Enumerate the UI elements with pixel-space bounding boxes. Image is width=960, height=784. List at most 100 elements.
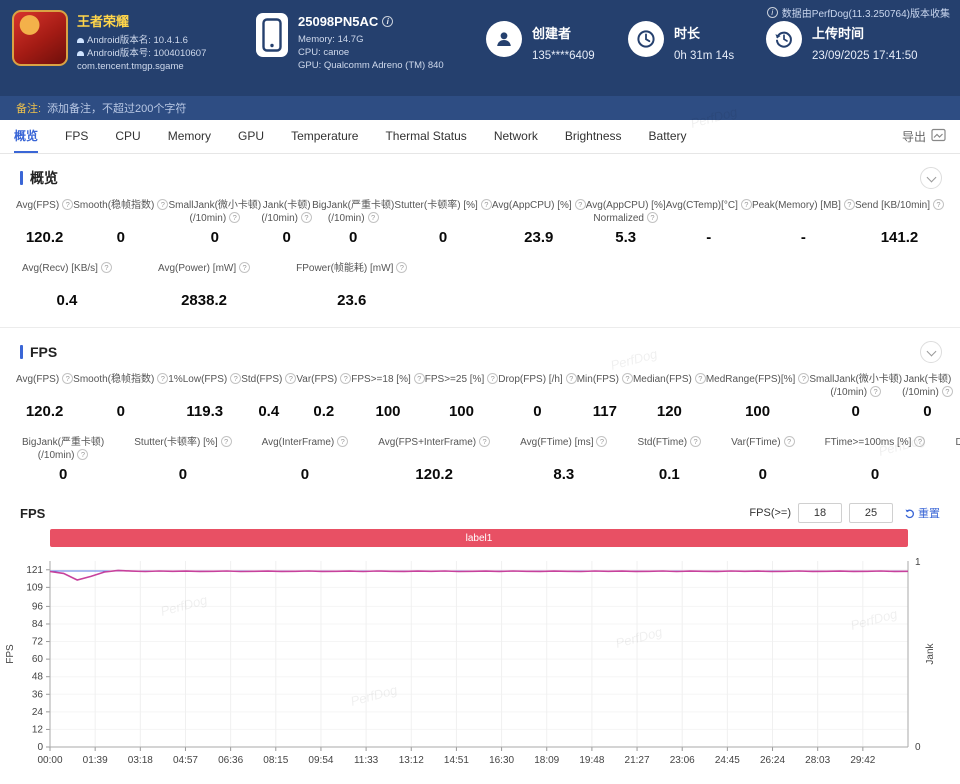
metric-info-icon[interactable]: ? xyxy=(413,373,425,384)
tab-battery[interactable]: Battery xyxy=(649,120,687,153)
svg-text:24: 24 xyxy=(32,707,44,718)
metric-info-icon[interactable]: ? xyxy=(157,199,169,210)
metric-info-icon[interactable]: ? xyxy=(301,212,313,223)
metric-info-icon[interactable]: ? xyxy=(62,373,74,384)
svg-text:09:54: 09:54 xyxy=(308,755,333,766)
metric-info-icon[interactable]: ? xyxy=(285,373,297,384)
tab-brightness[interactable]: Brightness xyxy=(565,120,622,153)
metric-label: Std(FTime)? xyxy=(637,436,702,463)
metric-value: 100 xyxy=(375,403,401,420)
fps-threshold-input-2[interactable] xyxy=(849,503,893,523)
tab-overview[interactable]: 概览 xyxy=(14,120,39,153)
fps-line-chart[interactable]: 00:00 01:39 03:18 04:57 06:36 08:15 09:54 11:33… xyxy=(0,551,960,779)
fps-threshold-label: FPS(>=) xyxy=(749,507,791,519)
metric-fps-row1-8: Min(FPS)? 117 xyxy=(577,373,633,420)
collapse-overview-button[interactable] xyxy=(920,167,942,189)
metric-info-icon[interactable]: ? xyxy=(843,199,855,210)
metric-info-icon[interactable]: ? xyxy=(479,436,491,447)
metric-fps-row2-1: Stutter(卡顿率) [%]? 0 xyxy=(134,436,232,483)
svg-text:FPS: FPS xyxy=(5,644,16,664)
tab-memory[interactable]: Memory xyxy=(168,120,211,153)
metric-info-icon[interactable]: ? xyxy=(783,436,795,447)
android-icon xyxy=(77,51,84,56)
metric-ov-row1-10: Send [KB/10min]? 141.2 xyxy=(855,199,944,246)
metric-ov-row1-9: Peak(Memory) [MB]? - xyxy=(752,199,855,246)
metric-ov-row1-8: Avg(CTemp)[°C]? - xyxy=(666,199,752,246)
metric-value: 120 xyxy=(656,403,682,420)
metric-fps-row2-5: Std(FTime)? 0.1 xyxy=(637,436,702,483)
svg-text:96: 96 xyxy=(32,601,44,612)
metric-info-icon[interactable]: ? xyxy=(220,436,232,447)
metric-info-icon[interactable]: ? xyxy=(157,373,169,384)
metric-value: 0 xyxy=(210,229,220,246)
svg-text:1: 1 xyxy=(915,557,921,568)
tab-bar: 概览 FPS CPU Memory GPU Temperature Thermal Stat… xyxy=(0,120,960,154)
metric-value: 8.3 xyxy=(553,466,575,483)
svg-text:Jank: Jank xyxy=(925,642,936,664)
metric-info-icon[interactable]: ? xyxy=(340,373,352,384)
chart-legend-banner[interactable]: label1 xyxy=(50,529,908,547)
metric-value: 0 xyxy=(533,403,542,420)
svg-text:08:15: 08:15 xyxy=(263,755,288,766)
overview-title: 概览 xyxy=(20,168,58,188)
metric-info-icon[interactable]: ? xyxy=(367,212,379,223)
tab-thermal-status[interactable]: Thermal Status xyxy=(385,120,466,153)
device-model: 25098PN5AC i xyxy=(298,14,444,29)
note-bar[interactable]: 备注: 添加备注，不超过200个字符 xyxy=(0,96,960,120)
metric-label: FPower(帧能耗) [mW]? xyxy=(296,262,408,289)
metric-info-icon[interactable]: ? xyxy=(941,386,953,397)
metric-label: Var(FPS)? xyxy=(296,373,352,400)
metric-value: 119.3 xyxy=(186,403,224,420)
metric-fps-row2-0: BigJank(严重卡顿) (/10min)? 0 xyxy=(22,436,104,483)
tab-gpu[interactable]: GPU xyxy=(238,120,264,153)
metric-info-icon[interactable]: ? xyxy=(740,199,752,210)
metric-info-icon[interactable]: ? xyxy=(565,373,577,384)
metric-info-icon[interactable]: ? xyxy=(487,373,499,384)
svg-text:23:06: 23:06 xyxy=(670,755,695,766)
history-icon xyxy=(766,21,802,57)
metric-info-icon[interactable]: ? xyxy=(62,199,74,210)
metric-value: 120.2 xyxy=(25,403,64,420)
metric-info-icon[interactable]: ? xyxy=(646,212,658,223)
export-button[interactable]: 导出 xyxy=(902,120,946,153)
metric-value: 0 xyxy=(851,403,860,420)
metric-info-icon[interactable]: ? xyxy=(77,449,89,460)
tab-temperature[interactable]: Temperature xyxy=(291,120,358,153)
metric-info-icon[interactable]: ? xyxy=(396,262,408,273)
upload-block: 上传时间 23/09/2025 17:41:50 xyxy=(766,21,918,62)
metric-label: Avg(FTime) [ms]? xyxy=(520,436,608,463)
reset-button[interactable]: 重置 xyxy=(904,505,940,521)
svg-text:03:18: 03:18 xyxy=(128,755,153,766)
metric-info-icon[interactable]: ? xyxy=(239,262,251,273)
tab-network[interactable]: Network xyxy=(494,120,538,153)
metric-info-icon[interactable]: ? xyxy=(621,373,633,384)
collapse-fps-button[interactable] xyxy=(920,341,942,363)
metric-info-icon[interactable]: ? xyxy=(932,199,944,210)
fps-threshold-controls: FPS(>=) 重置 xyxy=(749,503,940,523)
tab-fps[interactable]: FPS xyxy=(65,120,88,153)
tab-cpu[interactable]: CPU xyxy=(115,120,140,153)
metric-info-icon[interactable]: ? xyxy=(870,386,882,397)
metric-info-icon[interactable]: ? xyxy=(480,199,492,210)
metric-info-icon[interactable]: ? xyxy=(596,436,608,447)
metric-fps-row2-4: Avg(FTime) [ms]? 8.3 xyxy=(520,436,608,483)
metric-info-icon[interactable]: ? xyxy=(574,199,586,210)
svg-text:18:09: 18:09 xyxy=(534,755,559,766)
metric-info-icon[interactable]: ? xyxy=(100,262,112,273)
metric-label: Var(FTime)? xyxy=(731,436,795,463)
metric-info-icon[interactable]: ? xyxy=(229,212,241,223)
metric-info-icon[interactable]: ? xyxy=(798,373,810,384)
metric-info-icon[interactable]: ? xyxy=(337,436,349,447)
fps-threshold-input-1[interactable] xyxy=(798,503,842,523)
metric-info-icon[interactable]: ? xyxy=(914,436,926,447)
metric-value: 23.6 xyxy=(337,292,367,309)
metric-info-icon[interactable]: ? xyxy=(694,373,706,384)
metric-info-icon[interactable]: ? xyxy=(690,436,702,447)
metric-info-icon[interactable]: ? xyxy=(230,373,242,384)
metric-fps-row1-2: 1%Low(FPS)? 119.3 xyxy=(168,373,242,420)
metric-ov-row1-2: SmallJank(微小卡顿) (/10min)? 0 xyxy=(168,199,261,246)
upload-time-label: 上传时间 xyxy=(812,26,865,41)
metric-ov-row1-6: Avg(AppCPU) [%]? 23.9 xyxy=(492,199,586,246)
fps-metrics-row2: BigJank(严重卡顿) (/10min)? 0 Stutter(卡顿率) [%]?… xyxy=(0,430,960,493)
device-info-icon[interactable]: i xyxy=(382,16,394,27)
